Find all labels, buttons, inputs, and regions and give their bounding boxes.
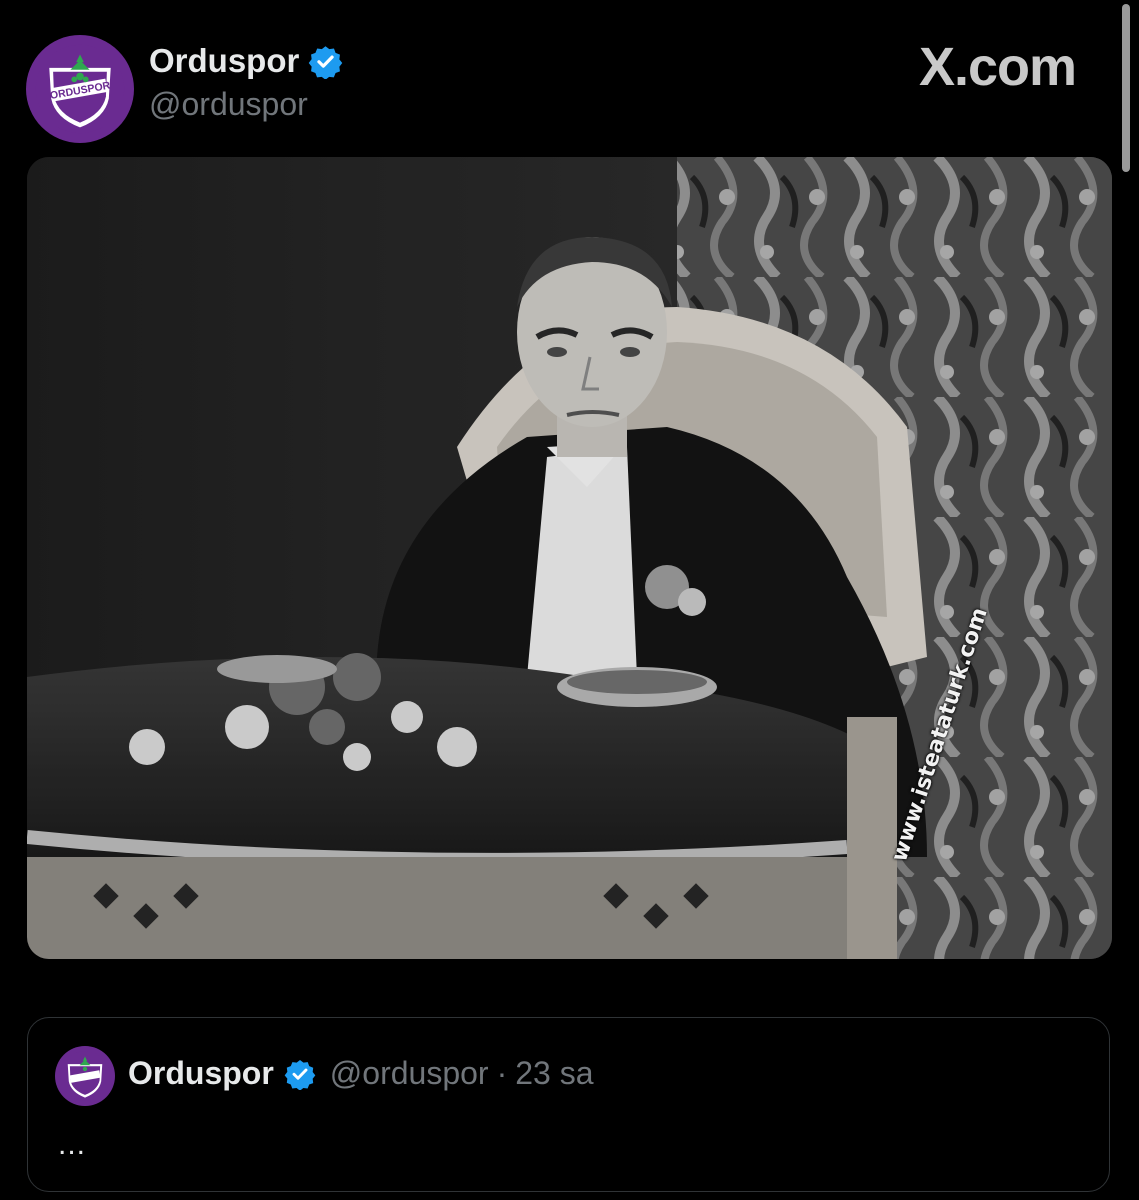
quoted-author-handle[interactable]: @orduspor — [330, 1055, 489, 1092]
source-label: X.com — [918, 37, 1077, 97]
quoted-body-text: ... — [58, 1128, 87, 1161]
verified-badge-icon — [309, 45, 343, 79]
quoted-avatar[interactable] — [55, 1046, 115, 1106]
separator-dot: · — [496, 1055, 508, 1091]
verified-badge-icon — [284, 1059, 316, 1090]
quoted-post[interactable]: Orduspor @orduspor · 23 sa ... — [27, 1017, 1110, 1192]
tweet-screenshot: ORDUSPOR Orduspor @orduspor X.com www.is… — [0, 0, 1139, 1200]
quoted-timestamp[interactable]: 23 sa — [515, 1055, 593, 1092]
scrollbar[interactable] — [1121, 0, 1131, 178]
post-photo[interactable]: www.isteataturk.com — [27, 157, 1112, 959]
portrait-photo — [27, 157, 1112, 959]
orduspor-logo-icon — [60, 1051, 110, 1101]
avatar[interactable]: ORDUSPOR — [26, 35, 134, 143]
scrollbar-thumb[interactable] — [1122, 4, 1130, 172]
quoted-author-name[interactable]: Orduspor — [128, 1055, 274, 1092]
author-handle[interactable]: @orduspor — [149, 86, 308, 123]
author-name[interactable]: Orduspor — [149, 42, 299, 80]
orduspor-logo-icon: ORDUSPOR — [35, 44, 125, 134]
post-header: ORDUSPOR Orduspor @orduspor X.com — [26, 28, 1116, 143]
